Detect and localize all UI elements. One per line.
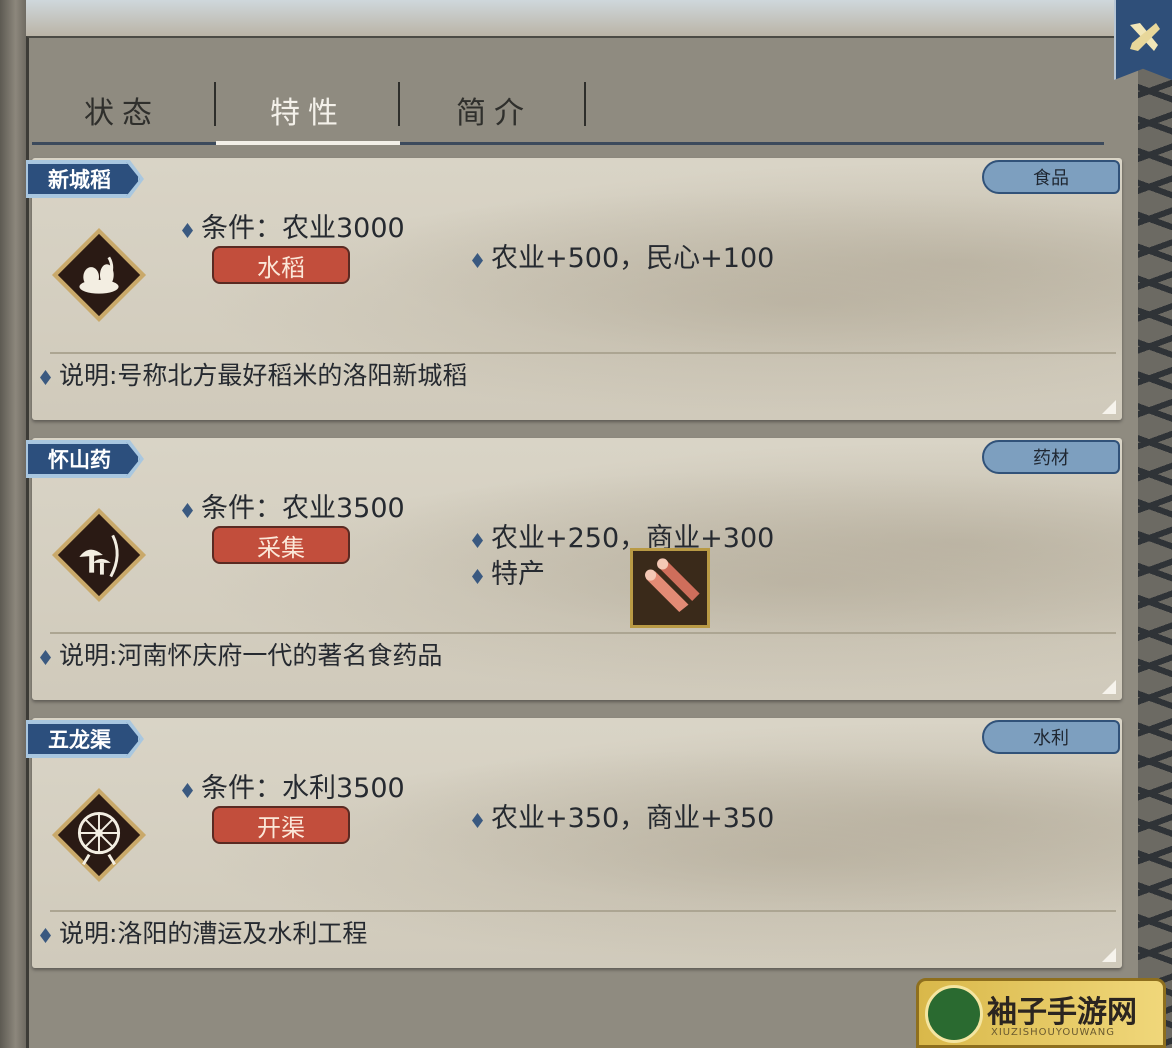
card-divider (50, 352, 1116, 354)
background-left-edge (0, 0, 26, 1048)
trait-effect: 农业+500，民心+100 (472, 236, 774, 275)
tab-separator (398, 82, 400, 126)
trait-description: 说明:河南怀庆府一代的著名食药品 (40, 636, 442, 672)
close-icon (1130, 23, 1160, 51)
card-divider (50, 910, 1116, 912)
tab-underline (32, 142, 1104, 145)
background-sky (0, 0, 1172, 40)
page-fold-corner (1102, 948, 1116, 962)
rope-border-decoration (1138, 60, 1172, 1048)
card-divider (50, 632, 1116, 634)
trait-description: 说明:洛阳的漕运及水利工程 (40, 914, 367, 950)
tab-status[interactable]: 状态 (32, 78, 212, 142)
trait-type-badge: 药材 (982, 440, 1120, 474)
trait-card: 怀山药 药材 条件：农业3500 采集 农业+250，商业+300 特产 说明:… (26, 438, 1122, 700)
page-fold-corner (1102, 680, 1116, 694)
diamond-bullet-icon (182, 783, 193, 798)
page-fold-corner (1102, 400, 1116, 414)
diamond-bullet-icon (40, 370, 51, 385)
trait-condition: 条件：水利3500 (182, 766, 405, 805)
bird-logo-icon (925, 985, 983, 1043)
trait-name: 五龙渠 (26, 722, 140, 756)
trait-type-badge: 水利 (982, 720, 1120, 754)
trait-name: 怀山药 (26, 442, 140, 476)
watermark-title: 袖子手游网 (987, 995, 1137, 1030)
requirement-button[interactable]: 开渠 (212, 806, 350, 844)
site-watermark: 袖子手游网 XIUZISHOUYOUWANG (916, 978, 1166, 1048)
trait-condition: 条件：农业3500 (182, 486, 405, 525)
trait-name: 新城稻 (26, 162, 140, 196)
trait-effect: 农业+350，商业+350 (472, 796, 774, 835)
requirement-button[interactable]: 采集 (212, 526, 350, 564)
diamond-bullet-icon (472, 813, 483, 828)
waterwheel-icon (51, 787, 147, 883)
trait-card: 新城稻 食品 条件：农业3000 水稻 农业+500，民心+100 说明:号称北… (26, 158, 1122, 420)
diamond-bullet-icon (472, 569, 483, 584)
trait-type-badge: 食品 (982, 160, 1120, 194)
yam-specialty-icon[interactable] (630, 548, 710, 628)
tab-bar: 状态 特性 简介 (32, 78, 1104, 148)
diamond-bullet-icon (182, 223, 193, 238)
requirement-button[interactable]: 水稻 (212, 246, 350, 284)
diamond-bullet-icon (472, 253, 483, 268)
watermark-subtitle: XIUZISHOUYOUWANG (991, 1027, 1115, 1038)
trait-effect-specialty: 特产 (472, 552, 545, 591)
rice-bowl-icon (51, 227, 147, 323)
tab-separator (584, 82, 586, 126)
trait-card: 五龙渠 水利 条件：水利3500 开渠 农业+350，商业+350 说明:洛阳的… (26, 718, 1122, 968)
trait-condition: 条件：农业3000 (182, 206, 405, 245)
mushroom-herb-icon (51, 507, 147, 603)
trait-effect: 农业+250，商业+300 (472, 516, 774, 555)
tab-intro[interactable]: 简介 (404, 78, 584, 142)
diamond-bullet-icon (40, 928, 51, 943)
diamond-bullet-icon (182, 503, 193, 518)
tab-separator (214, 82, 216, 126)
trait-description: 说明:号称北方最好稻米的洛阳新城稻 (40, 356, 467, 392)
tab-traits[interactable]: 特性 (218, 78, 398, 142)
diamond-bullet-icon (472, 533, 483, 548)
diamond-bullet-icon (40, 650, 51, 665)
tab-active-indicator (216, 141, 400, 145)
close-button[interactable] (1114, 0, 1172, 80)
